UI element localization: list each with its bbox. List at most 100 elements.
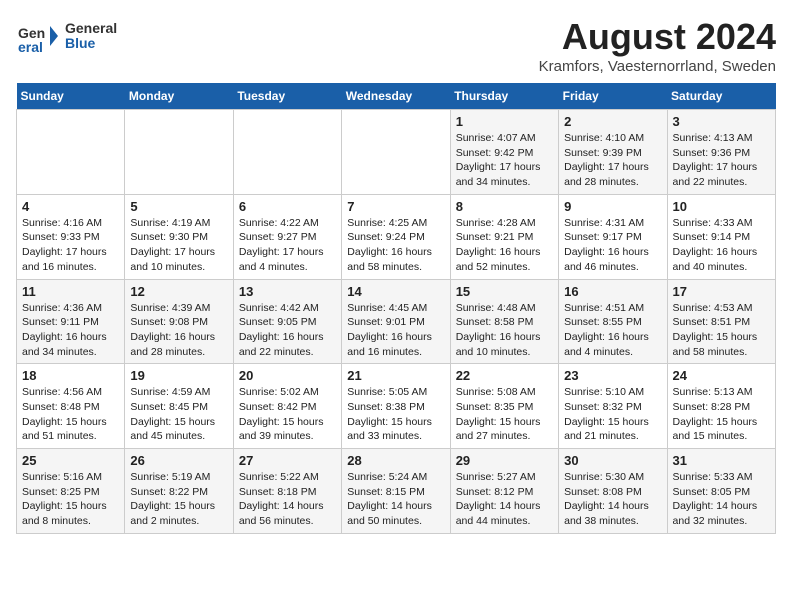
- day-number: 8: [456, 199, 553, 214]
- day-number: 7: [347, 199, 444, 214]
- day-info: Sunrise: 5:19 AM Sunset: 8:22 PM Dayligh…: [130, 470, 227, 529]
- calendar-cell: 30 Sunrise: 5:30 AM Sunset: 8:08 PM Dayli…: [559, 449, 667, 534]
- day-number: 2: [564, 114, 661, 129]
- day-info: Sunrise: 4:28 AM Sunset: 9:21 PM Dayligh…: [456, 216, 553, 275]
- calendar-cell: 17Sunrise: 4:53 AM Sunset: 8:51 PM Dayli…: [667, 279, 775, 364]
- weekday-header-sunday: Sunday: [17, 83, 125, 110]
- day-info: Sunrise: 4:31 AM Sunset: 9:17 PM Dayligh…: [564, 216, 661, 275]
- logo: Gen eral GeneralBlue: [16, 16, 117, 56]
- day-number: 30: [564, 453, 661, 468]
- calendar-cell: 2 Sunrise: 4:10 AM Sunset: 9:39 PM Daylig…: [559, 110, 667, 195]
- weekday-header-monday: Monday: [125, 83, 233, 110]
- calendar-cell: 1 Sunrise: 4:07 AM Sunset: 9:42 PM Daylig…: [450, 110, 558, 195]
- day-info: Sunrise: 5:05 AM Sunset: 8:38 PM Dayligh…: [347, 385, 444, 444]
- day-number: 4: [22, 199, 119, 214]
- day-number: 23: [564, 368, 661, 383]
- day-number: 29: [456, 453, 553, 468]
- month-year-title: August 2024: [539, 16, 776, 58]
- calendar-cell: 6Sunrise: 4:22 AM Sunset: 9:27 PM Daylig…: [233, 194, 341, 279]
- calendar-cell: 3Sunrise: 4:13 AM Sunset: 9:36 PM Daylig…: [667, 110, 775, 195]
- day-info: Sunrise: 5:02 AM Sunset: 8:42 PM Dayligh…: [239, 385, 336, 444]
- calendar-week-row: 4 Sunrise: 4:16 AM Sunset: 9:33 PM Daylig…: [17, 194, 776, 279]
- day-info: Sunrise: 5:33 AM Sunset: 8:05 PM Dayligh…: [673, 470, 770, 529]
- calendar-cell: 14Sunrise: 4:45 AM Sunset: 9:01 PM Dayli…: [342, 279, 450, 364]
- calendar-cell: 16Sunrise: 4:51 AM Sunset: 8:55 PM Dayli…: [559, 279, 667, 364]
- day-number: 10: [673, 199, 770, 214]
- day-info: Sunrise: 5:16 AM Sunset: 8:25 PM Dayligh…: [22, 470, 119, 529]
- calendar-week-row: 25Sunrise: 5:16 AM Sunset: 8:25 PM Dayli…: [17, 449, 776, 534]
- calendar-cell: 12 Sunrise: 4:39 AM Sunset: 9:08 PM Dayli…: [125, 279, 233, 364]
- day-info: Sunrise: 5:27 AM Sunset: 8:12 PM Dayligh…: [456, 470, 553, 529]
- day-number: 11: [22, 284, 119, 299]
- day-info: Sunrise: 4:53 AM Sunset: 8:51 PM Dayligh…: [673, 301, 770, 360]
- calendar-cell: 24 Sunrise: 5:13 AM Sunset: 8:28 PM Dayli…: [667, 364, 775, 449]
- day-info: Sunrise: 4:56 AM Sunset: 8:48 PM Dayligh…: [22, 385, 119, 444]
- calendar-cell: 22 Sunrise: 5:08 AM Sunset: 8:35 PM Dayli…: [450, 364, 558, 449]
- logo-text: GeneralBlue: [65, 21, 117, 52]
- day-info: Sunrise: 4:10 AM Sunset: 9:39 PM Dayligh…: [564, 131, 661, 190]
- calendar-cell: 13Sunrise: 4:42 AM Sunset: 9:05 PM Dayli…: [233, 279, 341, 364]
- day-info: Sunrise: 4:13 AM Sunset: 9:36 PM Dayligh…: [673, 131, 770, 190]
- day-info: Sunrise: 4:48 AM Sunset: 8:58 PM Dayligh…: [456, 301, 553, 360]
- calendar-cell: [342, 110, 450, 195]
- weekday-header-saturday: Saturday: [667, 83, 775, 110]
- day-number: 14: [347, 284, 444, 299]
- day-info: Sunrise: 4:59 AM Sunset: 8:45 PM Dayligh…: [130, 385, 227, 444]
- day-info: Sunrise: 5:22 AM Sunset: 8:18 PM Dayligh…: [239, 470, 336, 529]
- calendar-cell: 11Sunrise: 4:36 AM Sunset: 9:11 PM Dayli…: [17, 279, 125, 364]
- logo-icon: Gen eral: [16, 16, 61, 56]
- day-number: 26: [130, 453, 227, 468]
- calendar-cell: 9 Sunrise: 4:31 AM Sunset: 9:17 PM Daylig…: [559, 194, 667, 279]
- day-info: Sunrise: 4:16 AM Sunset: 9:33 PM Dayligh…: [22, 216, 119, 275]
- calendar-cell: 27Sunrise: 5:22 AM Sunset: 8:18 PM Dayli…: [233, 449, 341, 534]
- day-number: 12: [130, 284, 227, 299]
- day-info: Sunrise: 5:24 AM Sunset: 8:15 PM Dayligh…: [347, 470, 444, 529]
- calendar-cell: 18 Sunrise: 4:56 AM Sunset: 8:48 PM Dayli…: [17, 364, 125, 449]
- calendar-cell: 7 Sunrise: 4:25 AM Sunset: 9:24 PM Daylig…: [342, 194, 450, 279]
- day-number: 24: [673, 368, 770, 383]
- location-subtitle: Kramfors, Vaesternorrland, Sweden: [539, 58, 776, 75]
- calendar-cell: 21 Sunrise: 5:05 AM Sunset: 8:38 PM Dayli…: [342, 364, 450, 449]
- day-info: Sunrise: 4:42 AM Sunset: 9:05 PM Dayligh…: [239, 301, 336, 360]
- day-number: 28: [347, 453, 444, 468]
- day-info: Sunrise: 4:07 AM Sunset: 9:42 PM Dayligh…: [456, 131, 553, 190]
- weekday-header-friday: Friday: [559, 83, 667, 110]
- day-info: Sunrise: 4:25 AM Sunset: 9:24 PM Dayligh…: [347, 216, 444, 275]
- calendar-week-row: 18 Sunrise: 4:56 AM Sunset: 8:48 PM Dayli…: [17, 364, 776, 449]
- day-number: 16: [564, 284, 661, 299]
- day-info: Sunrise: 5:08 AM Sunset: 8:35 PM Dayligh…: [456, 385, 553, 444]
- calendar-cell: 15 Sunrise: 4:48 AM Sunset: 8:58 PM Dayli…: [450, 279, 558, 364]
- page-header: Gen eral GeneralBlue August 2024 Kramfor…: [16, 16, 776, 75]
- day-number: 20: [239, 368, 336, 383]
- day-number: 22: [456, 368, 553, 383]
- day-info: Sunrise: 5:30 AM Sunset: 8:08 PM Dayligh…: [564, 470, 661, 529]
- calendar-cell: 5 Sunrise: 4:19 AM Sunset: 9:30 PM Daylig…: [125, 194, 233, 279]
- day-number: 15: [456, 284, 553, 299]
- weekday-header-tuesday: Tuesday: [233, 83, 341, 110]
- calendar-cell: 8 Sunrise: 4:28 AM Sunset: 9:21 PM Daylig…: [450, 194, 558, 279]
- day-number: 18: [22, 368, 119, 383]
- calendar-table: SundayMondayTuesdayWednesdayThursdayFrid…: [16, 83, 776, 534]
- svg-text:eral: eral: [18, 39, 43, 55]
- calendar-week-row: 11Sunrise: 4:36 AM Sunset: 9:11 PM Dayli…: [17, 279, 776, 364]
- weekday-header-row: SundayMondayTuesdayWednesdayThursdayFrid…: [17, 83, 776, 110]
- day-info: Sunrise: 5:13 AM Sunset: 8:28 PM Dayligh…: [673, 385, 770, 444]
- day-number: 31: [673, 453, 770, 468]
- calendar-cell: 31 Sunrise: 5:33 AM Sunset: 8:05 PM Dayli…: [667, 449, 775, 534]
- day-number: 5: [130, 199, 227, 214]
- title-block: August 2024 Kramfors, Vaesternorrland, S…: [539, 16, 776, 75]
- calendar-cell: 19Sunrise: 4:59 AM Sunset: 8:45 PM Dayli…: [125, 364, 233, 449]
- calendar-cell: 28 Sunrise: 5:24 AM Sunset: 8:15 PM Dayli…: [342, 449, 450, 534]
- day-info: Sunrise: 4:22 AM Sunset: 9:27 PM Dayligh…: [239, 216, 336, 275]
- calendar-cell: [233, 110, 341, 195]
- day-info: Sunrise: 4:39 AM Sunset: 9:08 PM Dayligh…: [130, 301, 227, 360]
- calendar-cell: 25Sunrise: 5:16 AM Sunset: 8:25 PM Dayli…: [17, 449, 125, 534]
- day-number: 9: [564, 199, 661, 214]
- day-number: 1: [456, 114, 553, 129]
- weekday-header-thursday: Thursday: [450, 83, 558, 110]
- day-info: Sunrise: 4:19 AM Sunset: 9:30 PM Dayligh…: [130, 216, 227, 275]
- calendar-cell: 26 Sunrise: 5:19 AM Sunset: 8:22 PM Dayli…: [125, 449, 233, 534]
- calendar-cell: [17, 110, 125, 195]
- calendar-week-row: 1 Sunrise: 4:07 AM Sunset: 9:42 PM Daylig…: [17, 110, 776, 195]
- day-number: 21: [347, 368, 444, 383]
